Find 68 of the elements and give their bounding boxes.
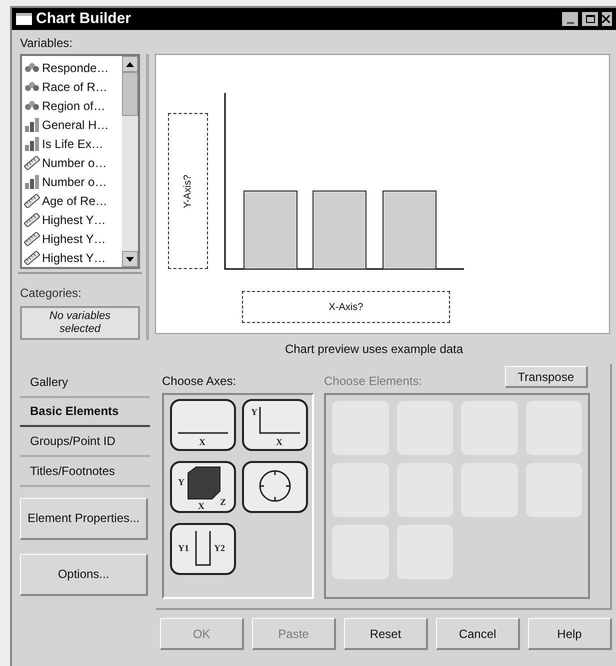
preview-caption: Chart preview uses example data: [284, 341, 464, 358]
y-axis-drop-zone[interactable]: Y-Axis?: [168, 113, 208, 269]
ruler-icon: [24, 156, 40, 170]
ruler-icon: [24, 212, 40, 226]
variable-item[interactable]: Is Life Ex…: [24, 134, 122, 153]
axes-option-button[interactable]: [242, 461, 308, 513]
minimize-button[interactable]: [562, 12, 578, 26]
bar-chart-icon: [24, 136, 40, 150]
axis-letter: X: [276, 437, 282, 447]
axis-letter: Y: [251, 407, 258, 417]
dialog-button[interactable]: Help: [528, 618, 612, 650]
variable-item[interactable]: Responde…: [24, 58, 122, 77]
dialog-button[interactable]: Cancel: [436, 618, 520, 650]
y-axis-placeholder: Y-Axis?: [182, 174, 194, 208]
dialog-button[interactable]: Reset: [344, 618, 428, 650]
axis-letter: X: [199, 437, 206, 447]
choose-elements-label: Choose Elements:: [324, 373, 422, 390]
variables-list[interactable]: Responde… Race of R… Region of… General H… Is Life Ex… Number o… Number o… Age of Re… Highest Y… Highest Y… Highest Y…: [20, 54, 140, 269]
window-icon: [16, 13, 32, 25]
close-button[interactable]: [602, 12, 612, 26]
axis-letter: Y1: [178, 543, 189, 553]
bar-chart-icon: [24, 174, 40, 188]
axes-option-button[interactable]: Y X Z: [170, 461, 236, 513]
variable-item[interactable]: Highest Y…: [24, 210, 122, 229]
tab[interactable]: Basic Elements: [20, 398, 150, 428]
scrollbar[interactable]: [122, 56, 138, 267]
nominal-variable-icon: [24, 62, 40, 74]
minimize-icon: [566, 22, 574, 24]
empty-categories-text: No variables selected: [48, 310, 112, 336]
variable-item[interactable]: Region of…: [24, 96, 122, 115]
axis-letter: Z: [220, 497, 226, 507]
maximize-button[interactable]: [582, 12, 598, 26]
variable-item[interactable]: Age of Re…: [24, 191, 122, 210]
x-axis-drop-zone[interactable]: X-Axis?: [242, 291, 450, 323]
window-title: Chart Builder: [36, 8, 132, 29]
variable-item[interactable]: Highest Y…: [24, 248, 122, 267]
ruler-icon: [24, 250, 40, 264]
close-icon: [602, 15, 610, 23]
axis-letter: Y: [178, 477, 184, 487]
scroll-up-icon: [126, 62, 134, 66]
categories-label: Categories:: [20, 285, 82, 302]
variable-item[interactable]: General H…: [24, 115, 122, 134]
tab[interactable]: Groups/Point ID: [20, 427, 150, 457]
variables-label: Variables:: [20, 35, 74, 50]
axes-option-button[interactable]: Y1 Y2: [170, 523, 236, 575]
side-button[interactable]: Element Properties...: [20, 498, 148, 540]
choose-axes-label: Choose Axes:: [162, 373, 238, 390]
axis-letter: Y2: [214, 543, 225, 553]
variable-item[interactable]: Number o…: [24, 172, 122, 191]
variable-item[interactable]: Race of R…: [24, 77, 122, 96]
axis-letter: X: [198, 501, 204, 511]
scroll-down-icon: [126, 256, 134, 262]
tab[interactable]: Titles/Footnotes: [20, 456, 150, 486]
nominal-variable-icon: [24, 100, 40, 112]
axes-option-button[interactable]: X: [170, 399, 236, 451]
scrollbar-thumb[interactable]: [122, 72, 138, 116]
x-axis-placeholder: X-Axis?: [328, 300, 364, 314]
ruler-icon: [24, 194, 40, 208]
axes-option-button[interactable]: Y X: [242, 399, 308, 451]
tab[interactable]: Gallery: [20, 368, 150, 398]
maximize-icon: [586, 15, 594, 23]
variable-item[interactable]: Highest Y…: [24, 229, 122, 248]
variable-item[interactable]: Number o…: [24, 153, 122, 172]
bar-chart-icon: [24, 118, 40, 132]
nominal-variable-icon: [24, 80, 40, 92]
ruler-icon: [24, 232, 40, 246]
side-button[interactable]: Options...: [20, 554, 148, 596]
transpose-button[interactable]: Transpose: [504, 366, 588, 388]
